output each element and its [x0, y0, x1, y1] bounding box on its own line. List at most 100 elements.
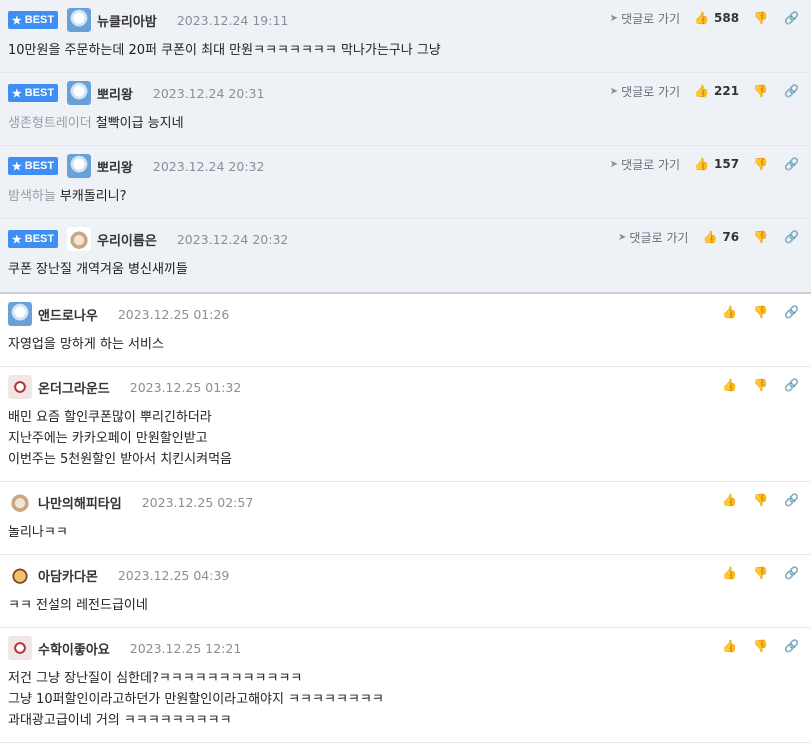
nickname[interactable]: 아담카다몬	[38, 566, 98, 585]
comment-actions: 👍 👎 🔗	[722, 563, 799, 583]
best-comment: ★ BEST 우리이름은 2023.12.24 20:32 ➤ 댓글로 가기 👍 76 👎 🔗 쿠폰…	[0, 219, 811, 294]
comment-body: 생존형트레이더 철빡이급 능지네	[8, 113, 184, 134]
thumbs-down-icon[interactable]: 👎	[753, 378, 768, 392]
reply-target-nickname[interactable]: 생존형트레이더	[8, 116, 92, 131]
comment-text-line: 과대광고급이네 거의 ㅋㅋㅋㅋㅋㅋㅋㅋㅋ	[8, 713, 232, 728]
go-to-reply-link[interactable]: ➤ 댓글로 가기	[610, 83, 680, 100]
go-to-reply-link[interactable]: ➤ 댓글로 가기	[610, 10, 680, 27]
like-button[interactable]: 👍 157	[694, 157, 739, 171]
comment-date: 2023.12.25 12:21	[129, 640, 242, 656]
avatar[interactable]	[8, 636, 32, 660]
avatar[interactable]	[8, 375, 32, 399]
link-icon[interactable]: 🔗	[784, 566, 799, 580]
comment-header: 아담카다몬 2023.12.25 04:39	[8, 563, 229, 587]
comment-actions: 👍 👎 🔗	[722, 636, 799, 656]
link-icon[interactable]: 🔗	[784, 305, 799, 319]
best-comment: ★ BEST 뉴클리아밤 2023.12.24 19:11 ➤ 댓글로 가기 👍 588 👎 🔗 1…	[0, 0, 811, 73]
thumbs-down-icon[interactable]: 👎	[753, 639, 768, 653]
best-comment: ★ BEST 뽀리왕 2023.12.24 20:32 ➤ 댓글로 가기 👍 157 👎 🔗 밤색하…	[0, 146, 811, 219]
best-badge-label: BEST	[24, 14, 55, 26]
comment-text-line: 놀리나ㅋㅋ	[8, 525, 68, 540]
link-icon[interactable]: 🔗	[784, 230, 799, 244]
best-badge: ★ BEST	[8, 84, 58, 102]
nickname[interactable]: 앤드로나우	[38, 305, 98, 324]
comment: 아담카다몬 2023.12.25 04:39 👍 👎 🔗 ㅋㅋ 전설의 레전드급이네	[0, 555, 811, 628]
like-button[interactable]: 👍 76	[702, 230, 739, 244]
comment-text-line: 그냥 10퍼할인이라고하던가 만원할인이라고해야지 ㅋㅋㅋㅋㅋㅋㅋㅋ	[8, 692, 384, 707]
like-count: 221	[714, 84, 740, 98]
comment-header: ★ BEST 뉴클리아밤 2023.12.24 19:11	[8, 8, 288, 32]
nickname[interactable]: 뽀리왕	[97, 157, 133, 176]
comment-text-line: 배민 요즘 할인쿠폰많이 뿌리긴하더라	[8, 410, 212, 425]
thumbs-down-icon[interactable]: 👎	[753, 11, 768, 25]
comment-header: 나만의해피타임 2023.12.25 02:57	[8, 490, 253, 514]
thumbs-up-icon[interactable]: 👍	[722, 639, 737, 653]
like-button[interactable]: 👍 588	[694, 11, 739, 25]
avatar[interactable]	[8, 302, 32, 326]
comment-body: 배민 요즘 할인쿠폰많이 뿌리긴하더라 지난주에는 카카오페이 만원할인받고 이번주…	[8, 407, 232, 470]
best-badge-label: BEST	[24, 87, 55, 99]
thumbs-down-icon[interactable]: 👎	[753, 230, 768, 244]
thumbs-down-icon[interactable]: 👎	[753, 493, 768, 507]
star-icon: ★	[11, 87, 22, 100]
nickname[interactable]: 뽀리왕	[97, 84, 133, 103]
comment-body: 밤색하늘 부캐돌리니?	[8, 186, 127, 207]
avatar[interactable]	[67, 227, 91, 251]
comment-actions: ➤ 댓글로 가기 👍 157 👎 🔗	[610, 154, 799, 174]
avatar[interactable]	[8, 563, 32, 587]
link-icon[interactable]: 🔗	[784, 639, 799, 653]
nickname[interactable]: 우리이름은	[97, 230, 157, 249]
comment-body: 쿠폰 장난질 개역겨움 병신새끼들	[8, 259, 188, 280]
comment-date: 2023.12.25 04:39	[117, 567, 230, 583]
comment-actions: ➤ 댓글로 가기 👍 76 👎 🔗	[618, 227, 799, 247]
comment-text: 쿠폰 장난질 개역겨움 병신새끼들	[8, 262, 188, 277]
nickname[interactable]: 나만의해피타임	[38, 493, 122, 512]
link-icon[interactable]: 🔗	[784, 157, 799, 171]
comment-actions: 👍 👎 🔗	[722, 302, 799, 322]
nickname[interactable]: 뉴클리아밤	[97, 11, 157, 30]
comment-text: 부캐돌리니?	[59, 189, 127, 204]
star-icon: ★	[11, 160, 22, 173]
comment: 나만의해피타임 2023.12.25 02:57 👍 👎 🔗 놀리나ㅋㅋ	[0, 482, 811, 555]
comment-date: 2023.12.24 20:32	[176, 231, 289, 247]
star-icon: ★	[11, 233, 22, 246]
comment-header: ★ BEST 뽀리왕 2023.12.24 20:31	[8, 81, 264, 105]
thumbs-up-icon: 👍	[694, 11, 710, 25]
like-button[interactable]: 👍 221	[694, 84, 739, 98]
comment-date: 2023.12.25 02:57	[141, 494, 254, 510]
comment-actions: ➤ 댓글로 가기 👍 588 👎 🔗	[610, 8, 799, 28]
comment-header: 앤드로나우 2023.12.25 01:26	[8, 302, 229, 326]
avatar[interactable]	[67, 81, 91, 105]
star-icon: ★	[11, 14, 22, 27]
thumbs-up-icon[interactable]: 👍	[722, 566, 737, 580]
link-icon[interactable]: 🔗	[784, 378, 799, 392]
thumbs-up-icon[interactable]: 👍	[722, 305, 737, 319]
thumbs-up-icon[interactable]: 👍	[722, 493, 737, 507]
reply-arrow-icon: ➤	[609, 12, 619, 24]
go-to-reply-link[interactable]: ➤ 댓글로 가기	[618, 229, 688, 246]
link-icon[interactable]: 🔗	[784, 11, 799, 25]
thumbs-down-icon[interactable]: 👎	[753, 305, 768, 319]
thumbs-down-icon[interactable]: 👎	[753, 157, 768, 171]
reply-arrow-icon: ➤	[609, 158, 619, 170]
reply-target-nickname[interactable]: 밤색하늘	[8, 189, 56, 204]
link-icon[interactable]: 🔗	[784, 84, 799, 98]
nickname[interactable]: 수학이좋아요	[38, 639, 110, 658]
comment-header: 수학이좋아요 2023.12.25 12:21	[8, 636, 241, 660]
thumbs-up-icon: 👍	[694, 84, 710, 98]
avatar[interactable]	[67, 154, 91, 178]
thumbs-up-icon: 👍	[702, 230, 718, 244]
avatar[interactable]	[67, 8, 91, 32]
thumbs-up-icon: 👍	[694, 157, 710, 171]
link-icon[interactable]: 🔗	[784, 493, 799, 507]
comment-actions: 👍 👎 🔗	[722, 375, 799, 395]
comment-text: 10만원을 주문하는데 20퍼 쿠폰이 최대 만원ㅋㅋㅋㅋㅋㅋㅋ 막나가는구나 …	[8, 43, 441, 58]
nickname[interactable]: 온더그라운드	[38, 378, 110, 397]
go-to-reply-link[interactable]: ➤ 댓글로 가기	[610, 156, 680, 173]
comment-text-line: 저건 그냥 장난질이 심한데?ㅋㅋㅋㅋㅋㅋㅋㅋㅋㅋㅋㅋ	[8, 671, 303, 686]
thumbs-up-icon[interactable]: 👍	[722, 378, 737, 392]
thumbs-down-icon[interactable]: 👎	[753, 84, 768, 98]
thumbs-down-icon[interactable]: 👎	[753, 566, 768, 580]
avatar[interactable]	[8, 490, 32, 514]
comment-date: 2023.12.25 01:32	[129, 379, 242, 395]
